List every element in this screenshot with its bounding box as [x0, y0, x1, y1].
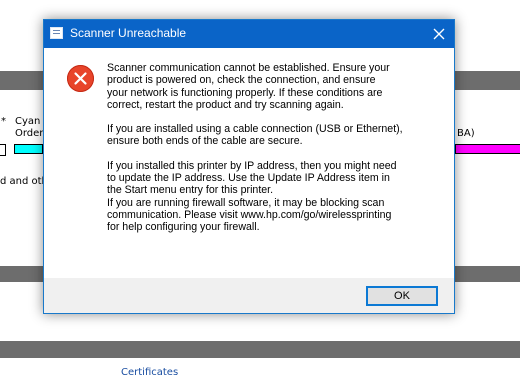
message-line: ensure both ends of the cable are secure…: [107, 135, 303, 148]
message-line: If you are installed using a cable conne…: [107, 123, 403, 136]
message-line: the Start menu entry for this printer.: [107, 184, 274, 197]
message-line: correct, restart the product and try sca…: [107, 98, 344, 111]
message-text: Scanner communication cannot be establis…: [107, 62, 449, 234]
and-other-text: d and oth: [0, 176, 48, 187]
error-icon: [67, 65, 94, 92]
dialog-footer: OK: [44, 278, 454, 313]
certificates-link[interactable]: Certificates: [121, 367, 178, 379]
order-label: Order: [15, 128, 44, 139]
dialog-title: Scanner Unreachable: [70, 26, 187, 40]
message-line: communication. Please visit www.hp.com/g…: [107, 208, 392, 221]
scanner-unreachable-dialog: Scanner Unreachable Scanner communicatio…: [43, 19, 455, 314]
small-checkbox[interactable]: [0, 144, 6, 156]
magenta-level-bar: [455, 144, 520, 154]
ok-button[interactable]: OK: [366, 286, 438, 306]
abbrev-label: BA): [457, 128, 475, 139]
cyan-level-bar: [14, 144, 43, 154]
dialog-titlebar[interactable]: Scanner Unreachable: [44, 20, 454, 48]
section-bar-bottom: [0, 341, 520, 358]
message-line: Scanner communication cannot be establis…: [107, 62, 390, 74]
message-line: your network is functioning properly. If…: [107, 86, 383, 99]
window-icon: [50, 27, 63, 39]
message-line: to update the IP address. Use the Update…: [107, 172, 390, 185]
required-asterisk: *: [1, 116, 6, 127]
cyan-label: Cyan: [15, 116, 41, 127]
message-line: If you are running firewall software, it…: [107, 196, 385, 209]
close-button[interactable]: [424, 20, 454, 48]
dialog-content: Scanner communication cannot be establis…: [44, 48, 454, 278]
close-icon: [433, 28, 445, 40]
message-line: for help configuring your firewall.: [107, 221, 260, 234]
message-line: product is powered on, check the connect…: [107, 74, 376, 87]
message-line: If you installed this printer by IP addr…: [107, 159, 397, 172]
